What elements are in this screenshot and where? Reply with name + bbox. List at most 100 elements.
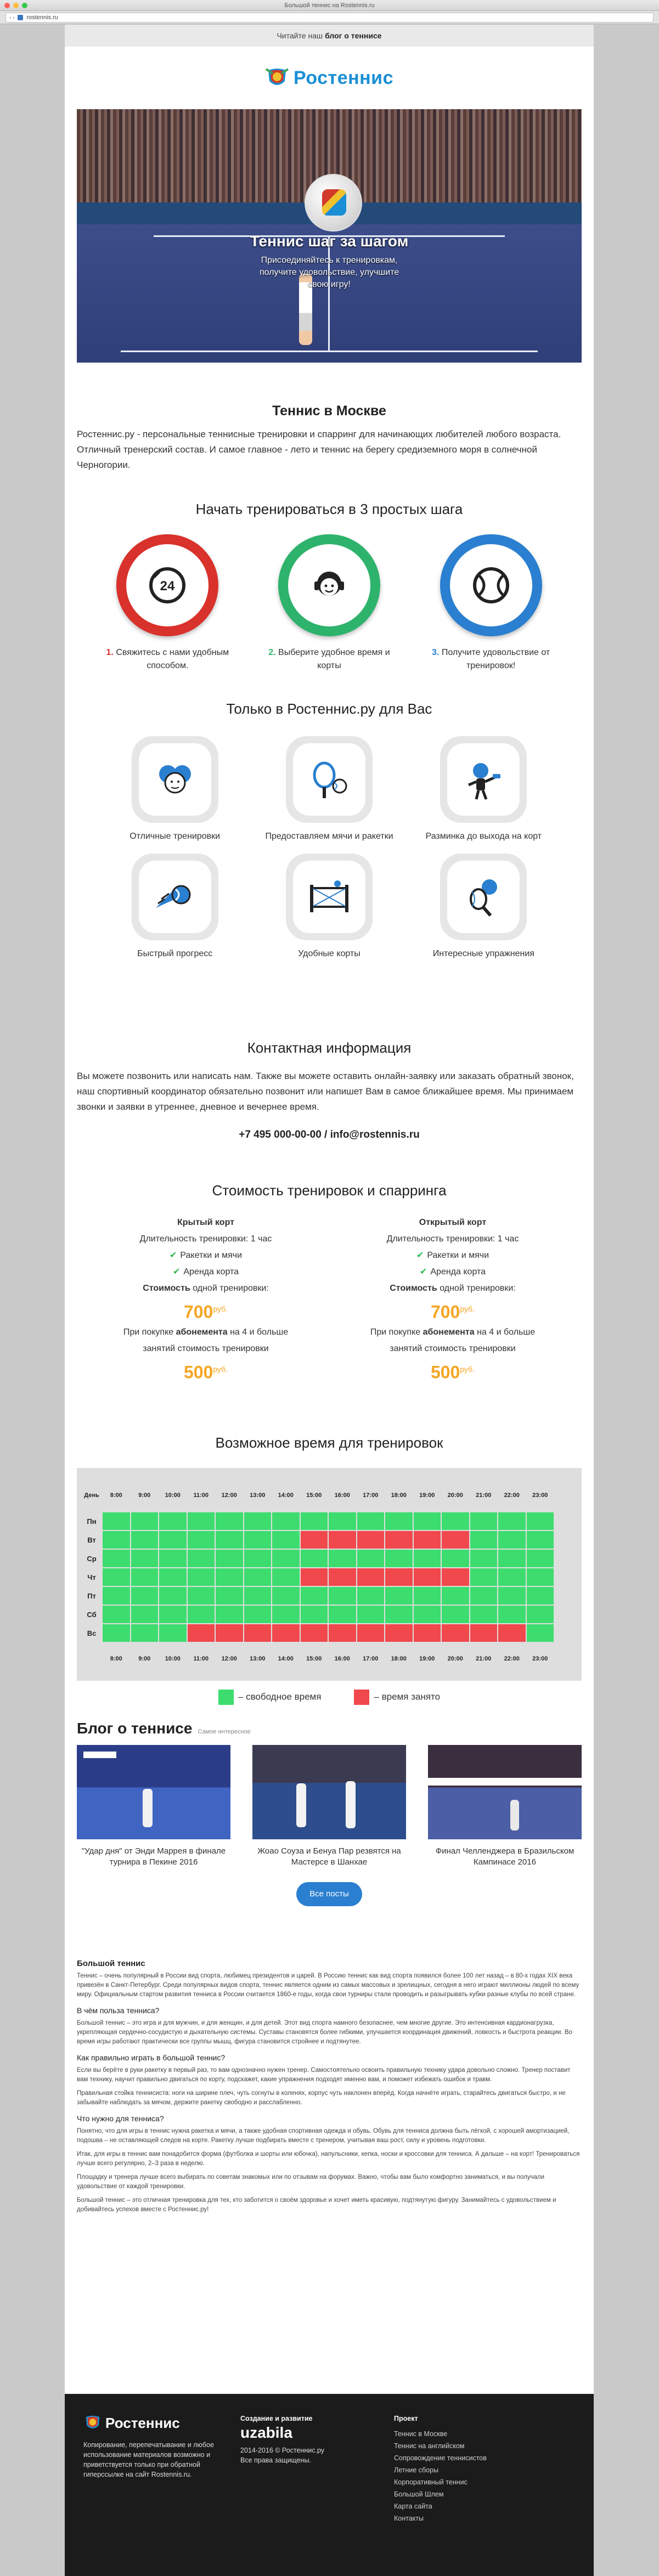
- schedule-slot-free[interactable]: [187, 1587, 215, 1605]
- schedule-slot-free[interactable]: [357, 1606, 384, 1623]
- footer-link[interactable]: Контакты: [394, 2512, 537, 2524]
- all-posts-button[interactable]: Все посты: [296, 1882, 362, 1906]
- schedule-slot-free[interactable]: [357, 1550, 384, 1567]
- schedule-slot-free[interactable]: [442, 1587, 469, 1605]
- schedule-slot-free[interactable]: [187, 1531, 215, 1549]
- address-url[interactable]: rostennis.ru: [26, 14, 58, 21]
- schedule-slot-free[interactable]: [103, 1568, 130, 1586]
- schedule-slot-free[interactable]: [244, 1606, 271, 1623]
- footer-link[interactable]: Корпоративный теннис: [394, 2476, 537, 2488]
- schedule-slot-free[interactable]: [300, 1606, 328, 1623]
- footer-link[interactable]: Теннис на английском: [394, 2440, 537, 2452]
- post-image[interactable]: [77, 1745, 230, 1839]
- schedule-slot-free[interactable]: [216, 1512, 243, 1530]
- schedule-slot-free[interactable]: [498, 1606, 526, 1623]
- schedule-slot-free[interactable]: [159, 1587, 187, 1605]
- schedule-slot-free[interactable]: [470, 1568, 497, 1586]
- schedule-slot-free[interactable]: [470, 1606, 497, 1623]
- schedule-slot-free[interactable]: [498, 1531, 526, 1549]
- schedule-slot-free[interactable]: [329, 1512, 356, 1530]
- schedule-slot-busy[interactable]: [300, 1531, 328, 1549]
- schedule-slot-free[interactable]: [498, 1568, 526, 1586]
- schedule-slot-free[interactable]: [385, 1606, 413, 1623]
- schedule-slot-free[interactable]: [244, 1531, 271, 1549]
- schedule-slot-free[interactable]: [103, 1624, 130, 1642]
- schedule-slot-free[interactable]: [131, 1512, 158, 1530]
- schedule-slot-free[interactable]: [159, 1531, 187, 1549]
- schedule-slot-busy[interactable]: [442, 1568, 469, 1586]
- blog-post-card[interactable]: Жоао Соуза и Бенуа Пар резвятся на Масте…: [252, 1745, 406, 1868]
- schedule-slot-free[interactable]: [498, 1587, 526, 1605]
- schedule-slot-free[interactable]: [300, 1550, 328, 1567]
- schedule-slot-free[interactable]: [244, 1550, 271, 1567]
- close-window-button[interactable]: [4, 3, 10, 8]
- schedule-slot-free[interactable]: [131, 1624, 158, 1642]
- schedule-slot-free[interactable]: [498, 1512, 526, 1530]
- schedule-slot-free[interactable]: [413, 1587, 441, 1605]
- post-title[interactable]: "Удар дня" от Энди Маррея в финале турни…: [77, 1846, 230, 1868]
- maximize-window-button[interactable]: [22, 3, 27, 8]
- schedule-slot-free[interactable]: [357, 1587, 384, 1605]
- schedule-slot-busy[interactable]: [442, 1531, 469, 1549]
- schedule-slot-free[interactable]: [103, 1550, 130, 1567]
- schedule-slot-busy[interactable]: [498, 1624, 526, 1642]
- schedule-slot-free[interactable]: [329, 1606, 356, 1623]
- schedule-slot-free[interactable]: [244, 1512, 271, 1530]
- schedule-slot-free[interactable]: [103, 1606, 130, 1623]
- schedule-slot-free[interactable]: [329, 1550, 356, 1567]
- schedule-slot-free[interactable]: [526, 1624, 554, 1642]
- schedule-slot-free[interactable]: [131, 1568, 158, 1586]
- blog-post-card[interactable]: "Удар дня" от Энди Маррея в финале турни…: [77, 1745, 230, 1868]
- schedule-slot-busy[interactable]: [357, 1531, 384, 1549]
- schedule-slot-free[interactable]: [526, 1531, 554, 1549]
- schedule-slot-busy[interactable]: [244, 1624, 271, 1642]
- schedule-slot-free[interactable]: [272, 1568, 300, 1586]
- schedule-slot-free[interactable]: [131, 1531, 158, 1549]
- post-title[interactable]: Жоао Соуза и Бенуа Пар резвятся на Масте…: [252, 1846, 406, 1868]
- schedule-slot-busy[interactable]: [272, 1624, 300, 1642]
- schedule-slot-free[interactable]: [216, 1550, 243, 1567]
- schedule-slot-free[interactable]: [272, 1531, 300, 1549]
- schedule-slot-busy[interactable]: [385, 1531, 413, 1549]
- schedule-slot-free[interactable]: [216, 1531, 243, 1549]
- schedule-slot-free[interactable]: [413, 1606, 441, 1623]
- schedule-slot-busy[interactable]: [216, 1624, 243, 1642]
- schedule-slot-busy[interactable]: [329, 1531, 356, 1549]
- schedule-slot-free[interactable]: [300, 1587, 328, 1605]
- schedule-slot-free[interactable]: [187, 1512, 215, 1530]
- schedule-slot-free[interactable]: [216, 1606, 243, 1623]
- schedule-slot-free[interactable]: [442, 1550, 469, 1567]
- schedule-slot-free[interactable]: [385, 1512, 413, 1530]
- schedule-slot-free[interactable]: [526, 1512, 554, 1530]
- schedule-slot-free[interactable]: [216, 1587, 243, 1605]
- agency-logo[interactable]: uzabila: [240, 2425, 372, 2441]
- post-image[interactable]: [252, 1745, 406, 1839]
- schedule-slot-busy[interactable]: [385, 1624, 413, 1642]
- schedule-slot-free[interactable]: [187, 1606, 215, 1623]
- blog-post-card[interactable]: Финал Челленджера в Бразильском Кампинас…: [428, 1745, 582, 1868]
- schedule-slot-free[interactable]: [131, 1606, 158, 1623]
- site-logo[interactable]: Ростеннис: [65, 47, 594, 109]
- schedule-slot-free[interactable]: [103, 1512, 130, 1530]
- footer-logo[interactable]: Ростеннис: [83, 2414, 215, 2432]
- post-title[interactable]: Финал Челленджера в Бразильском Кампинас…: [428, 1846, 582, 1868]
- schedule-slot-busy[interactable]: [413, 1624, 441, 1642]
- schedule-slot-free[interactable]: [216, 1568, 243, 1586]
- schedule-slot-free[interactable]: [103, 1531, 130, 1549]
- schedule-slot-free[interactable]: [187, 1550, 215, 1567]
- schedule-slot-busy[interactable]: [187, 1624, 215, 1642]
- footer-link[interactable]: Теннис в Москве: [394, 2428, 537, 2440]
- schedule-slot-free[interactable]: [329, 1587, 356, 1605]
- contact-phone-email[interactable]: +7 495 000-00-00 / info@rostennis.ru: [65, 1129, 594, 1141]
- schedule-slot-free[interactable]: [357, 1512, 384, 1530]
- schedule-slot-free[interactable]: [385, 1587, 413, 1605]
- blog-promo-link[interactable]: блог о теннисе: [325, 31, 381, 40]
- schedule-slot-free[interactable]: [470, 1531, 497, 1549]
- schedule-slot-free[interactable]: [159, 1568, 187, 1586]
- schedule-slot-free[interactable]: [300, 1512, 328, 1530]
- schedule-slot-busy[interactable]: [413, 1568, 441, 1586]
- schedule-slot-busy[interactable]: [357, 1568, 384, 1586]
- schedule-slot-free[interactable]: [272, 1550, 300, 1567]
- footer-link[interactable]: Карта сайта: [394, 2500, 537, 2512]
- schedule-slot-free[interactable]: [159, 1512, 187, 1530]
